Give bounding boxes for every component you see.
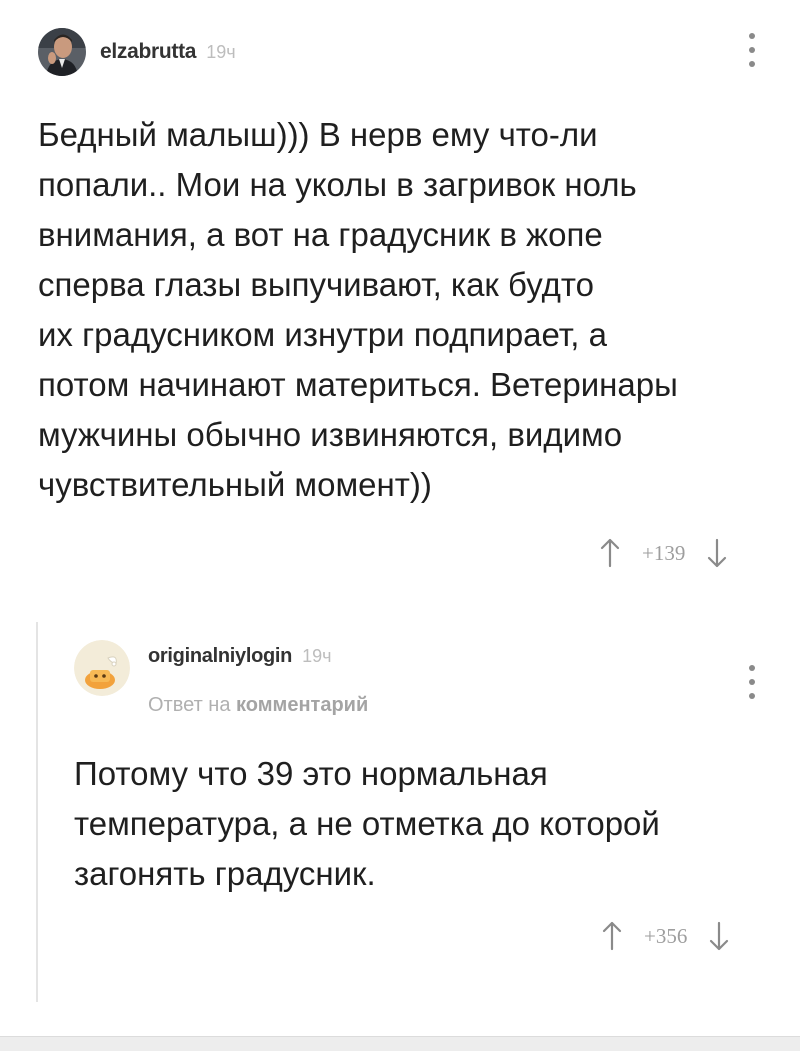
arrow-down-icon[interactable]: [707, 538, 727, 568]
user-avatar-icon[interactable]: [38, 28, 86, 76]
comment-rating: +139: [600, 538, 727, 568]
comment-time: 19ч: [206, 41, 236, 62]
reply-thread-line: [36, 622, 38, 1002]
more-vertical-icon[interactable]: [746, 33, 758, 67]
comment-text-line: температура, а не отметка до которой: [74, 805, 660, 842]
comment-header: originalniylogin 19ч: [74, 640, 332, 696]
more-vertical-icon[interactable]: [746, 665, 758, 699]
bottom-divider: [0, 1036, 800, 1051]
reply-parent-link[interactable]: комментарий: [236, 694, 368, 716]
comment-text: Потому что 39 это нормальная температура,…: [74, 749, 774, 899]
reply-to-line: Ответ на комментарий: [148, 694, 368, 717]
comment-text-line: мужчины обычно извиняются, видимо: [38, 416, 623, 453]
comment-text-line: сперва глазы выпучивают, как будто: [38, 266, 594, 303]
arrow-up-icon[interactable]: [602, 921, 622, 951]
comment-text-line: внимания, а вот на градусник в жопе: [38, 216, 603, 253]
comment-score: +356: [644, 923, 688, 948]
comment-text-line: загонять градусник.: [74, 855, 376, 892]
comment-time: 19ч: [302, 645, 332, 666]
arrow-up-icon[interactable]: [600, 538, 620, 568]
comment-header: elzabrutta 19ч: [38, 28, 236, 76]
comment-text-line: Потому что 39 это нормальная: [74, 755, 548, 792]
comment-author[interactable]: elzabrutta: [100, 40, 196, 64]
reply-prefix: Ответ на: [148, 694, 231, 716]
comment-author[interactable]: originalniylogin: [148, 645, 292, 668]
arrow-down-icon[interactable]: [709, 921, 729, 951]
cartoon-avatar-icon[interactable]: [74, 640, 130, 696]
comment-text-line: чувствительный момент)): [38, 466, 432, 503]
comment-text-line: потом начинают материться. Ветеринары: [38, 366, 678, 403]
comment-text-line: попали.. Мои на уколы в загривок ноль: [38, 166, 637, 203]
comment-text: Бедный малыш))) В нерв ему что-ли попали.…: [38, 110, 778, 510]
comment-score: +139: [642, 540, 686, 565]
comment-text-line: их градусником изнутри подпирает, а: [38, 316, 607, 353]
comment-text-line: Бедный малыш))) В нерв ему что-ли: [38, 116, 598, 153]
comment-rating: +356: [602, 921, 729, 951]
